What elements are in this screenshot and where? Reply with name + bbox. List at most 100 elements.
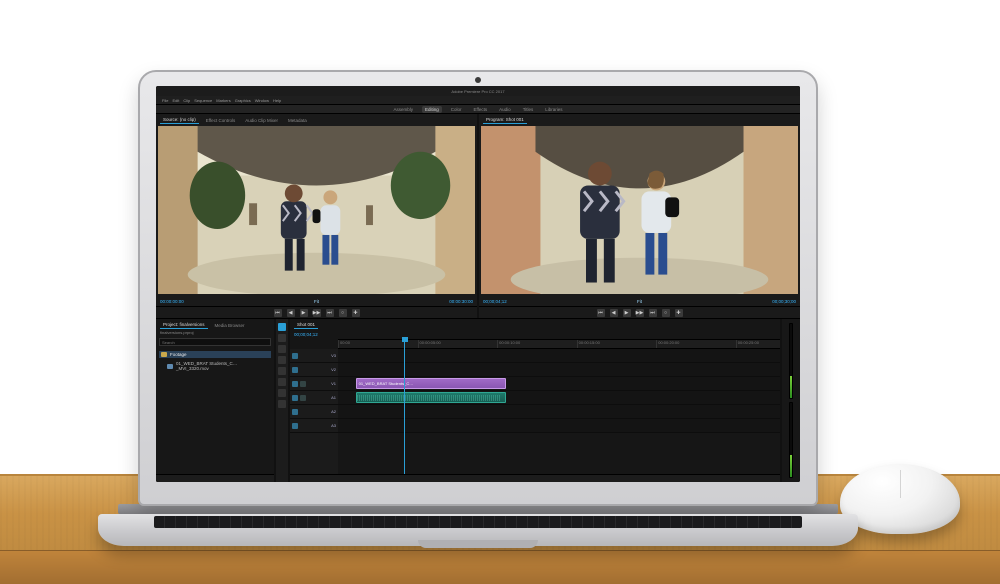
menu-item-edit[interactable]: Edit <box>172 98 179 103</box>
play-icon[interactable]: ▶ <box>300 309 308 317</box>
workspace-effects[interactable]: Effects <box>470 106 490 113</box>
prog-play-icon[interactable]: ▶ <box>623 309 631 317</box>
tool-slip[interactable] <box>278 367 286 375</box>
program-fit-label[interactable]: Fit <box>637 299 642 304</box>
playhead-line[interactable] <box>404 339 405 474</box>
prog-step-fwd-icon[interactable]: ▶▶ <box>636 309 644 317</box>
tool-type[interactable] <box>278 400 286 408</box>
timeline-tc-value[interactable]: 00;00;04;12 <box>294 332 318 337</box>
workspace-assembly[interactable]: Assembly <box>390 106 416 113</box>
program-timebar: 00;00;04;12 Fit 00;00;30;00 <box>479 296 800 306</box>
menu-item-graphics[interactable]: Graphics <box>235 98 251 103</box>
tool-selection[interactable] <box>278 323 286 331</box>
timeline-tabs[interactable]: Shot 001 <box>290 319 780 329</box>
ruler-tick: 00:00:25:00 <box>736 340 759 348</box>
track-header-v1[interactable]: V1 <box>290 377 338 391</box>
tool-hand[interactable] <box>278 389 286 397</box>
prog-go-out-icon[interactable]: ⏭ <box>649 309 657 317</box>
source-tc-in[interactable]: 00:00:00:00 <box>160 299 184 304</box>
prog-go-in-icon[interactable]: ⏮ <box>597 309 605 317</box>
tool-track-select[interactable] <box>278 334 286 342</box>
go-to-in-icon[interactable]: ⏮ <box>274 309 282 317</box>
track-header-a2[interactable]: A2 <box>290 405 338 419</box>
workspace-titles[interactable]: Titles <box>520 106 537 113</box>
clip-icon <box>167 364 173 369</box>
project-search-input[interactable] <box>159 338 271 346</box>
timeline-clip-video[interactable]: 01_WED_BRAT Students_C… <box>356 378 506 389</box>
clip-row[interactable]: 01_WED_BRAT Students_C…_MVI_3320.mov <box>159 360 271 372</box>
ruler-tick: 00:00 <box>338 340 350 348</box>
project-tabs[interactable]: Project: finalversions Media Browser <box>156 319 274 329</box>
tool-palette[interactable] <box>276 319 288 482</box>
tool-ripple[interactable] <box>278 345 286 353</box>
program-tc-duration: 00;00;30;00 <box>772 299 796 304</box>
sequence-tab[interactable]: Shot 001 <box>294 321 318 329</box>
menu-item-clip[interactable]: Clip <box>183 98 190 103</box>
mute-icon[interactable] <box>292 409 298 415</box>
menu-item-window[interactable]: Window <box>255 98 269 103</box>
tab-project[interactable]: Project: finalversions <box>160 321 208 329</box>
menu-item-sequence[interactable]: Sequence <box>194 98 212 103</box>
tab-metadata[interactable]: Metadata <box>285 117 310 124</box>
toggle-output-icon[interactable] <box>292 353 298 359</box>
sync-lock-icon[interactable] <box>300 381 306 387</box>
timeline-scrollbar[interactable] <box>290 474 780 482</box>
tool-razor[interactable] <box>278 356 286 364</box>
step-back-icon[interactable]: ◀ <box>287 309 295 317</box>
workspace-editing[interactable]: Editing <box>422 106 442 113</box>
tab-effect-controls[interactable]: Effect Controls <box>203 117 238 124</box>
mute-icon[interactable] <box>292 395 298 401</box>
tab-source[interactable]: Source: (no clip) <box>160 116 199 124</box>
track-header-v2[interactable]: V2 <box>290 363 338 377</box>
insert-icon[interactable]: ✚ <box>352 309 360 317</box>
mute-icon[interactable] <box>292 423 298 429</box>
tab-media-browser[interactable]: Media Browser <box>212 322 248 329</box>
project-footer <box>156 474 274 482</box>
audio-meter-panel <box>782 319 800 482</box>
timeline-tracks: V3 V2 V1 A1 A2 A3 01_WED <box>290 349 780 474</box>
source-timebar: 00:00:00:00 Fit 00:00:30:00 <box>156 296 477 306</box>
toggle-output-icon[interactable] <box>292 367 298 373</box>
program-tabs[interactable]: Program: Shot 001 <box>479 114 800 124</box>
menu-item-file[interactable]: File <box>162 98 168 103</box>
prog-mark-icon[interactable]: ○ <box>662 309 670 317</box>
mark-in-icon[interactable]: ○ <box>339 309 347 317</box>
menu-bar[interactable]: File Edit Clip Sequence Markers Graphics… <box>156 96 800 104</box>
step-fwd-icon[interactable]: ▶▶ <box>313 309 321 317</box>
solo-icon[interactable] <box>300 395 306 401</box>
timeline-clip-audio[interactable] <box>356 392 506 403</box>
track-header-a1[interactable]: A1 <box>290 391 338 405</box>
source-monitor[interactable] <box>158 126 475 294</box>
laptop-lid: Adobe Premiere Pro CC 2017 File Edit Cli… <box>138 70 818 506</box>
toggle-output-icon[interactable] <box>292 381 298 387</box>
ruler-tick: 00:00:10:00 <box>497 340 520 348</box>
source-tabs[interactable]: Source: (no clip) Effect Controls Audio … <box>156 114 477 124</box>
app-window: Adobe Premiere Pro CC 2017 File Edit Cli… <box>156 86 800 482</box>
monitor-row: Source: (no clip) Effect Controls Audio … <box>156 114 800 319</box>
prog-step-back-icon[interactable]: ◀ <box>610 309 618 317</box>
workspace-switcher[interactable]: Assembly Editing Color Effects Audio Tit… <box>156 104 800 114</box>
project-bin-list[interactable]: Footage 01_WED_BRAT Students_C…_MVI_3320… <box>156 348 274 474</box>
source-panel: Source: (no clip) Effect Controls Audio … <box>156 114 477 318</box>
workspace-audio[interactable]: Audio <box>496 106 514 113</box>
source-fit-label[interactable]: Fit <box>314 299 319 304</box>
workspace-libraries[interactable]: Libraries <box>542 106 565 113</box>
tab-program[interactable]: Program: Shot 001 <box>483 116 527 124</box>
tab-audio-clip-mixer[interactable]: Audio Clip Mixer <box>242 117 281 124</box>
tool-pen[interactable] <box>278 378 286 386</box>
program-monitor[interactable] <box>481 126 798 294</box>
track-header-v3[interactable]: V3 <box>290 349 338 363</box>
laptop-keyboard <box>154 516 802 528</box>
window-title: Adobe Premiere Pro CC 2017 <box>156 86 800 96</box>
prog-lift-icon[interactable]: ✚ <box>675 309 683 317</box>
track-lanes[interactable]: 01_WED_BRAT Students_C… <box>338 349 780 474</box>
workspace-color[interactable]: Color <box>448 106 465 113</box>
menu-item-help[interactable]: Help <box>273 98 281 103</box>
program-tc-current[interactable]: 00;00;04;12 <box>483 299 507 304</box>
bin-row-footage[interactable]: Footage <box>159 351 271 358</box>
audio-meter-right <box>789 402 793 478</box>
go-to-out-icon[interactable]: ⏭ <box>326 309 334 317</box>
track-header-a3[interactable]: A3 <box>290 419 338 433</box>
timeline-playhead-tc[interactable]: 00;00;04;12 <box>290 329 780 339</box>
menu-item-markers[interactable]: Markers <box>216 98 230 103</box>
